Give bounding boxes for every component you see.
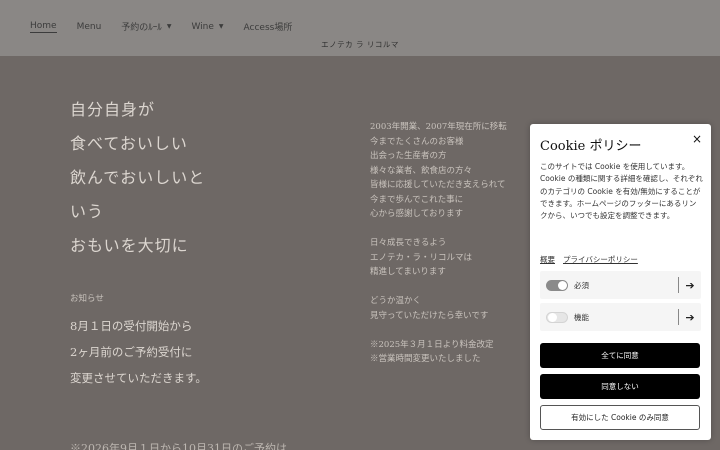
- news-line: 変更させていただきます。: [70, 371, 207, 385]
- nav-item-access[interactable]: Access場所: [244, 20, 293, 33]
- arrow-right-icon[interactable]: ➔: [679, 279, 701, 292]
- hero-line: 自分自身が: [70, 100, 156, 119]
- main-nav: Home Menu 予約のﾙｰﾙ ▼ Wine ▼ Access場所: [30, 20, 312, 33]
- reject-button[interactable]: 同意しない: [540, 374, 700, 399]
- story-line: どうか温かく: [370, 296, 422, 306]
- news-label: お知らせ: [70, 294, 104, 304]
- required-toggle[interactable]: [546, 279, 568, 291]
- close-icon[interactable]: ×: [692, 133, 702, 145]
- cookie-policy-dialog: Cookie ポリシー × このサイトでは Cookie を使用しています。Co…: [530, 124, 711, 440]
- notice-text: ※2026年9月１日から10月31日のご予約は: [70, 442, 287, 450]
- cookie-category-functional: 機能 ➔: [540, 303, 701, 331]
- hero-line: おもいを大切に: [70, 236, 189, 255]
- caret-down-icon: ▼: [166, 23, 172, 30]
- story-line: 今までたくさんのお客様: [370, 136, 464, 147]
- cookie-category-required: 必須 ➔: [540, 271, 701, 299]
- site-title[interactable]: エノテカ ラ リコルマ: [0, 39, 720, 50]
- category-label: 機能: [574, 312, 589, 322]
- hero-text: 自分自身が 食べておいしい 飲んでおいしいと いう おもいを大切に: [70, 93, 205, 263]
- nav-item-wine[interactable]: Wine ▼: [191, 20, 223, 33]
- caret-down-icon: ▼: [218, 23, 224, 30]
- hero-line: いう: [70, 202, 105, 221]
- story-line: 出会った生産者の方: [370, 151, 447, 161]
- cookie-dialog-description: このサイトでは Cookie を使用しています。Cookie の種類に関する詳細…: [540, 162, 703, 221]
- toggle-knob: [548, 312, 557, 322]
- news-text: 8月１日の受付開始から 2ヶ月前のご予約受付に 変更させていただきます。: [70, 313, 207, 391]
- nav-item-label: Menu: [76, 21, 102, 32]
- overview-link[interactable]: 概要: [540, 254, 555, 265]
- nav-item-reservation-rules[interactable]: 予約のﾙｰﾙ ▼: [121, 20, 171, 33]
- arrow-right-icon[interactable]: ➔: [679, 311, 701, 324]
- story-line: 見守っていただけたら幸いです: [370, 310, 489, 321]
- story-line: 今まで歩んでこれた事に: [370, 194, 464, 205]
- cookie-dialog-links: 概要 プライバシーポリシー: [540, 254, 638, 265]
- nav-item-label: 予約のﾙｰﾙ: [121, 23, 162, 33]
- nav-item-menu[interactable]: Menu: [77, 20, 102, 33]
- story-line: 2003年開業、2007年現在所に移転: [370, 122, 507, 132]
- story-line: 精進してまいります: [370, 267, 446, 277]
- nav-item-label: Access場所: [243, 23, 293, 33]
- category-label: 必須: [574, 280, 589, 290]
- story-line: 皆様に応援していただき支えられて: [370, 180, 506, 190]
- story-text: 2003年開業、2007年現在所に移転 今までたくさんのお客様 出会った生産者の…: [370, 120, 540, 367]
- story-line: 様々な業者、飲食店の方々: [370, 165, 473, 176]
- hero-line: 食べておいしい: [70, 134, 188, 153]
- toggle-knob: [558, 280, 567, 290]
- story-line: 心から感謝しております: [370, 209, 463, 219]
- news-line: 8月１日の受付開始から: [70, 319, 193, 333]
- news-line: 2ヶ月前のご予約受付に: [70, 345, 193, 359]
- nav-item-home[interactable]: Home: [30, 20, 57, 33]
- nav-item-label: Home: [30, 20, 57, 31]
- site-header: Home Menu 予約のﾙｰﾙ ▼ Wine ▼ Access場所 エノテカ ラ …: [0, 0, 720, 56]
- privacy-policy-link[interactable]: プライバシーポリシー: [563, 254, 638, 265]
- functional-toggle[interactable]: [546, 311, 568, 323]
- story-line: ※営業時間変更いたしました: [370, 354, 481, 364]
- accept-all-button[interactable]: 全てに同意: [540, 343, 700, 368]
- story-line: ※2025年３月１日より料金改定: [370, 339, 494, 350]
- hero-line: 飲んでおいしいと: [70, 168, 206, 187]
- story-line: 日々成長できるよう: [370, 238, 447, 248]
- story-line: エノテカ・ラ・リコルマは: [370, 252, 473, 263]
- cookie-dialog-title: Cookie ポリシー: [540, 139, 642, 154]
- accept-selected-button[interactable]: 有効にした Cookie のみ同意: [540, 405, 700, 430]
- nav-item-label: Wine: [191, 21, 214, 32]
